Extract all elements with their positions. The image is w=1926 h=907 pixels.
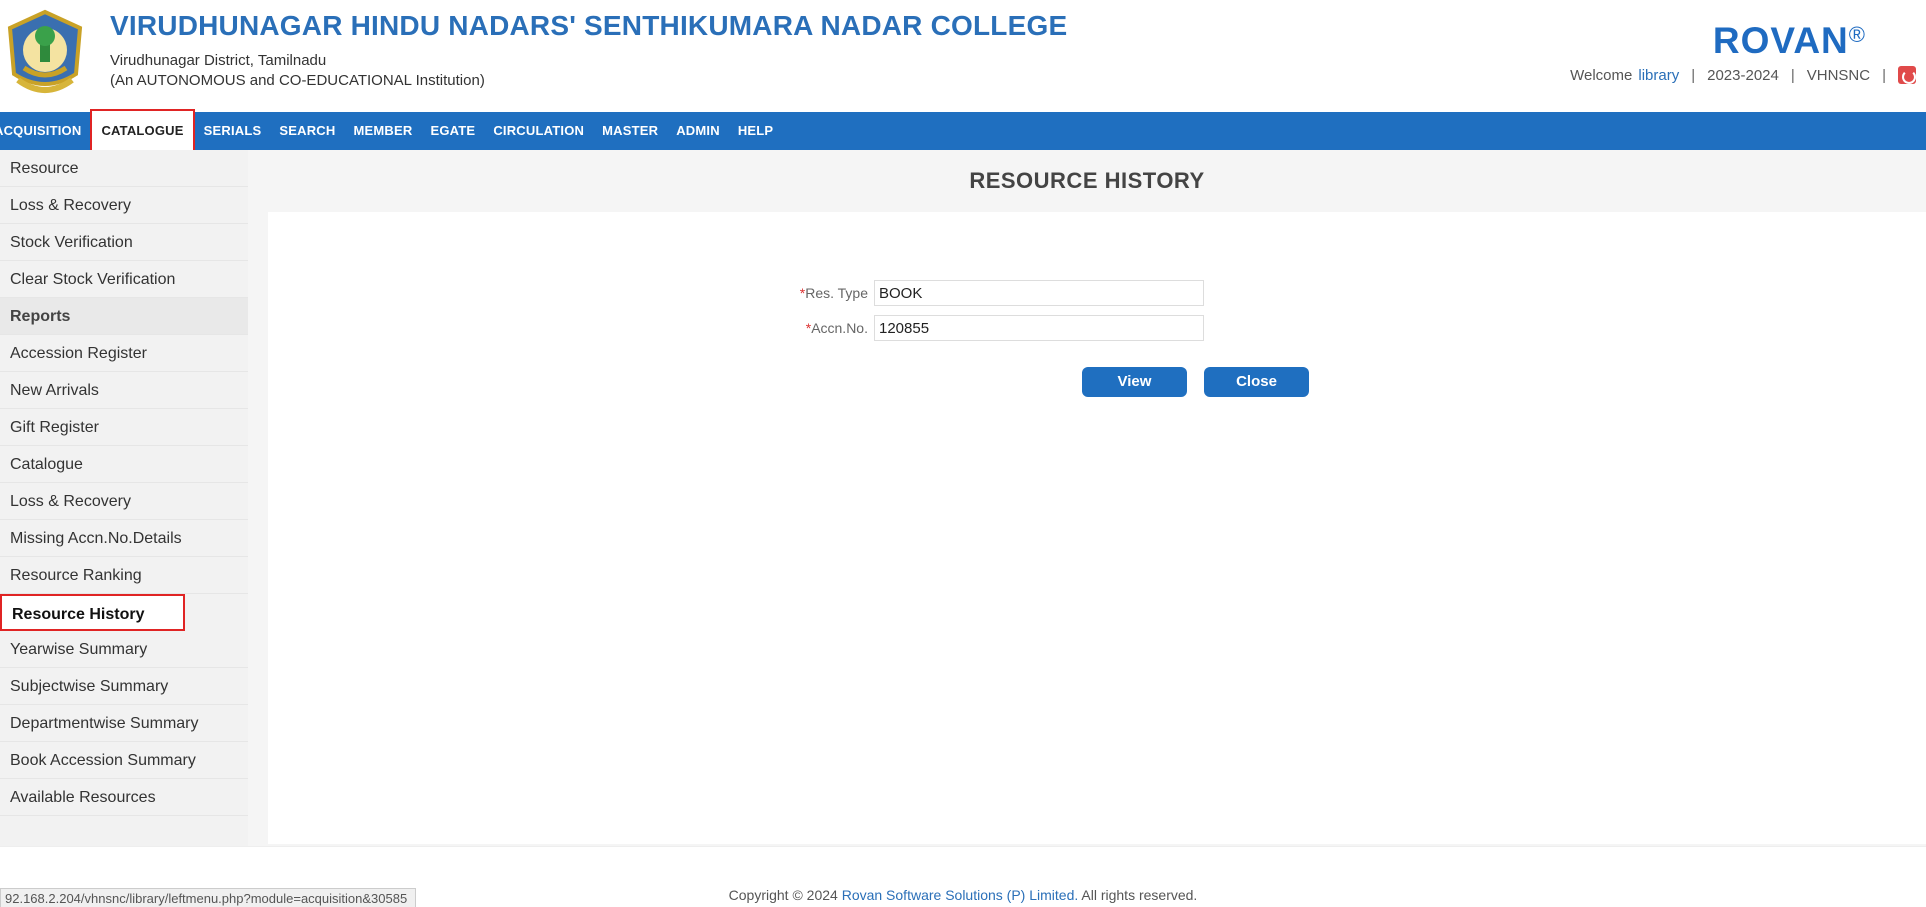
sidebar-item-catalogue[interactable]: Catalogue <box>0 446 248 483</box>
tab-serials[interactable]: SERIALS <box>195 112 271 150</box>
college-logo-icon <box>7 9 83 93</box>
sidebar-item-resource-history[interactable]: Resource History <box>0 594 185 631</box>
welcome-label: Welcome <box>1570 66 1633 84</box>
tab-circulation[interactable]: CIRCULATION <box>484 112 593 150</box>
tab-member[interactable]: MEMBER <box>345 112 422 150</box>
separator: | <box>1882 66 1886 84</box>
separator: | <box>1790 66 1795 84</box>
page-title: RESOURCE HISTORY <box>969 168 1205 193</box>
tab-egate[interactable]: EGATE <box>421 112 484 150</box>
view-button[interactable]: View <box>1082 367 1187 397</box>
sidebar-section-reports: Reports <box>0 298 248 335</box>
accn-no-field[interactable] <box>874 315 1204 341</box>
org-code: VHNSNC <box>1806 66 1871 84</box>
sidebar-item-available-resources[interactable]: Available Resources <box>0 779 248 816</box>
sidebar-item-departmentwise-summary[interactable]: Departmentwise Summary <box>0 705 248 742</box>
accn-no-row: *Accn.No. <box>764 315 1204 341</box>
sidebar-item-resource-ranking[interactable]: Resource Ranking <box>0 557 248 594</box>
main-content: RESOURCE HISTORY *Res. Type *Accn.No. Vi… <box>248 150 1926 846</box>
academic-year[interactable]: 2023-2024 <box>1707 67 1779 84</box>
sidebar-item-yearwise-summary[interactable]: Yearwise Summary <box>0 631 248 668</box>
browser-status-url: 92.168.2.204/vhnsnc/library/leftmenu.php… <box>0 888 417 907</box>
page-footer: Copyright © 2024 Rovan Software Solution… <box>0 846 1926 907</box>
main-nav: ACQUISITION CATALOGUE SERIALS SEARCH MEM… <box>0 109 1926 153</box>
tab-acquisition[interactable]: ACQUISITION <box>0 112 90 150</box>
user-bar: Welcome library | 2023-2024 | VHNSNC | <box>1570 66 1916 84</box>
college-district: Virudhunagar District, Tamilnadu <box>110 52 327 69</box>
sidebar-item-loss-recovery[interactable]: Loss & Recovery <box>0 187 248 224</box>
sidebar-item-loss-recovery-report[interactable]: Loss & Recovery <box>0 483 248 520</box>
sidebar-item-subjectwise-summary[interactable]: Subjectwise Summary <box>0 668 248 705</box>
close-button[interactable]: Close <box>1204 367 1309 397</box>
rovan-brand-logo: ROVAN® <box>1712 20 1866 61</box>
college-name: VIRUDHUNAGAR HINDU NADARS' SENTHIKUMARA … <box>110 10 1068 41</box>
page-header: VIRUDHUNAGAR HINDU NADARS' SENTHIKUMARA … <box>0 0 1926 112</box>
sidebar-item-gift-register[interactable]: Gift Register <box>0 409 248 446</box>
tab-catalogue[interactable]: CATALOGUE <box>90 109 195 153</box>
sidebar-item-book-accession-summary[interactable]: Book Accession Summary <box>0 742 248 779</box>
res-type-row: *Res. Type <box>764 280 1204 306</box>
company-link[interactable]: Rovan Software Solutions (P) Limited. <box>842 887 1079 903</box>
accn-no-label: *Accn.No. <box>805 320 868 336</box>
form-panel: *Res. Type *Accn.No. View Close <box>268 212 1926 844</box>
tab-master[interactable]: MASTER <box>593 112 667 150</box>
sidebar-item-new-arrivals[interactable]: New Arrivals <box>0 372 248 409</box>
tab-admin[interactable]: ADMIN <box>667 112 729 150</box>
separator: | <box>1691 66 1696 84</box>
username-link[interactable]: library <box>1638 67 1679 84</box>
sidebar-item-accession-register[interactable]: Accession Register <box>0 335 248 372</box>
res-type-field[interactable] <box>874 280 1204 306</box>
sidebar-item-stock-verification[interactable]: Stock Verification <box>0 224 248 261</box>
sidebar-item-missing-accn-details[interactable]: Missing Accn.No.Details <box>0 520 248 557</box>
res-type-label: *Res. Type <box>799 285 868 301</box>
college-institution-type: (An AUTONOMOUS and CO-EDUCATIONAL Instit… <box>110 72 485 89</box>
sidebar-item-clear-stock-verification[interactable]: Clear Stock Verification <box>0 261 248 298</box>
sidebar-item-resource[interactable]: Resource <box>0 150 248 187</box>
logout-power-icon[interactable] <box>1898 66 1916 84</box>
left-sidebar: Resource Loss & Recovery Stock Verificat… <box>0 150 248 846</box>
tab-help[interactable]: HELP <box>729 112 782 150</box>
tab-search[interactable]: SEARCH <box>270 112 344 150</box>
